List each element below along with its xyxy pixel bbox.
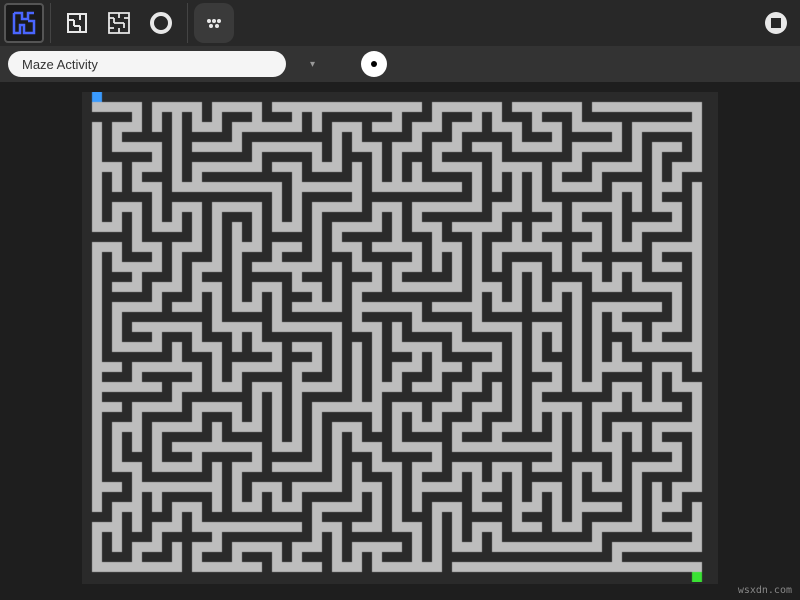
player-ball-icon (361, 51, 387, 77)
stop-button[interactable] (756, 3, 796, 43)
circle-ring-icon (149, 11, 173, 35)
sub-toolbar: Maze Activity ▾ (0, 46, 800, 82)
maze-canvas[interactable] (82, 92, 712, 582)
dice-button[interactable] (194, 3, 234, 43)
watermark-text: wsxdn.com (738, 585, 792, 596)
maze-activity-icon (11, 10, 37, 36)
maze-harder-button[interactable] (99, 3, 139, 43)
maze-easier-button[interactable] (57, 3, 97, 43)
maze-harder-icon (107, 11, 131, 35)
activity-button[interactable] (4, 3, 44, 43)
separator (50, 3, 51, 43)
separator (187, 3, 188, 43)
restart-button[interactable] (141, 3, 181, 43)
maze-easier-icon (65, 11, 89, 35)
maze-canvas-container[interactable] (82, 92, 718, 584)
dropdown-caret-icon[interactable]: ▾ (310, 59, 315, 70)
activity-title-input[interactable]: Maze Activity (8, 51, 286, 77)
main-toolbar (0, 0, 800, 46)
stop-icon (763, 10, 789, 36)
dice-icon (202, 11, 226, 35)
activity-title-text: Maze Activity (22, 57, 98, 72)
